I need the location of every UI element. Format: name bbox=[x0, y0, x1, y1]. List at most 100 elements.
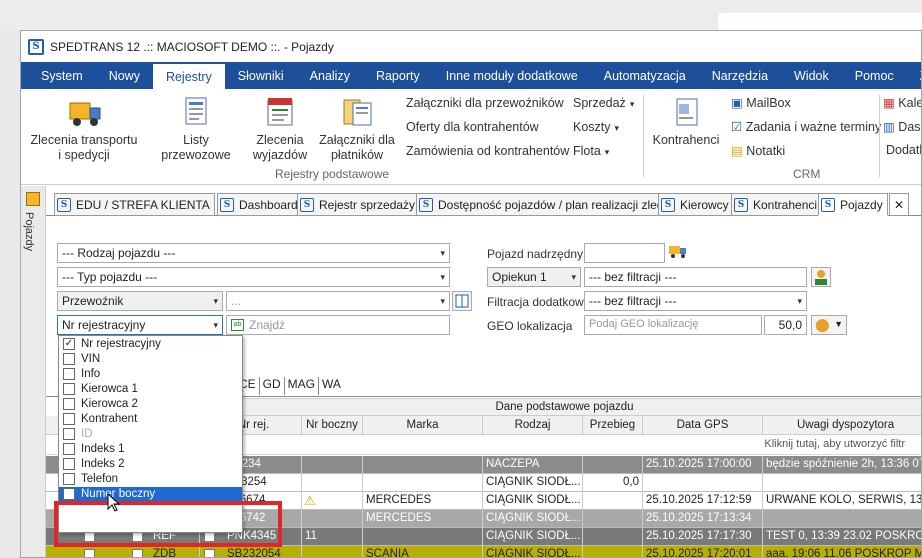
dashboard-item[interactable]: ▥ Das bbox=[883, 119, 921, 134]
dropdown-option[interactable]: Numer boczny bbox=[59, 487, 242, 502]
opiekun-select[interactable]: Opiekun 1 ▾ bbox=[487, 267, 581, 287]
zalaczniki-przewoznikow-item[interactable]: Załączniki dla przewoźników bbox=[406, 96, 564, 110]
col-przebieg[interactable]: Przebieg bbox=[583, 416, 643, 435]
menu-nowy[interactable]: Nowy bbox=[96, 62, 153, 89]
zadania-item[interactable]: ☑ Zadania i ważne terminy bbox=[731, 119, 881, 134]
dropdown-option[interactable]: ID bbox=[59, 427, 242, 442]
truck-icon[interactable] bbox=[668, 243, 688, 263]
flota-dropdown[interactable]: Flota ▾ bbox=[573, 144, 609, 158]
rodzaj-pojazdu-select[interactable]: --- Rodzaj pojazdu --- ▾ bbox=[57, 243, 450, 263]
tab-kontrahenci[interactable]: S Kontrahenci bbox=[731, 193, 823, 216]
address-book-icon bbox=[670, 95, 702, 129]
przewoznik-select[interactable]: Przewoźnik ▾ bbox=[57, 291, 223, 311]
search-input[interactable]: ab Znajdź bbox=[226, 315, 450, 335]
dropdown-option[interactable]: Kierowca 2 bbox=[59, 397, 242, 412]
zalaczniki-platnikow-button[interactable]: Załączniki dla płatników bbox=[317, 95, 397, 163]
menu-pomoc[interactable]: Pomoc bbox=[842, 62, 907, 89]
col-rodzaj[interactable]: Rodzaj bbox=[483, 416, 583, 435]
option-checkbox[interactable] bbox=[63, 398, 75, 410]
menu-rejestry[interactable]: Rejestry bbox=[152, 64, 225, 89]
side-strip-label[interactable]: Pojazdy bbox=[23, 212, 35, 251]
subtab-wa[interactable]: WA bbox=[319, 377, 344, 395]
tab-dashboard[interactable]: S Dashboard bbox=[217, 193, 303, 216]
book-icon[interactable] bbox=[452, 291, 472, 311]
chevron-down-icon: ▾ bbox=[571, 271, 576, 282]
menu-narzedzia[interactable]: Narzędzia bbox=[699, 62, 781, 89]
menu-raporty[interactable]: Raporty bbox=[363, 62, 433, 89]
user-icon[interactable] bbox=[811, 267, 831, 287]
zlec-icon bbox=[264, 95, 296, 129]
option-checkbox[interactable] bbox=[63, 413, 75, 425]
row-checkbox[interactable] bbox=[84, 549, 95, 557]
oferty-kontrahentow-item[interactable]: Oferty dla kontrahentów bbox=[406, 120, 539, 134]
tab-kierowcy[interactable]: S Kierowcy bbox=[658, 193, 734, 216]
kontrahenci-ribbon-button[interactable]: Kontrahenci bbox=[649, 95, 723, 148]
option-checkbox[interactable] bbox=[63, 383, 75, 395]
tab-dostepnosc[interactable]: S Dostępność pojazdów / plan realizacji z… bbox=[416, 193, 682, 216]
subtab-mag[interactable]: MAG bbox=[285, 377, 320, 395]
dropdown-option[interactable]: Telefon bbox=[59, 472, 242, 487]
table-row[interactable]: ZDB SB232054 SCANIA CIĄGNIK SIODŁ... 25.10.2… bbox=[46, 546, 921, 557]
zlecenia-transportu-button[interactable]: Zlecenia transportu i spedycji bbox=[29, 95, 139, 163]
dropdown-option[interactable]: VIN bbox=[59, 352, 242, 367]
cell-typ: ZDB bbox=[150, 546, 200, 557]
close-icon: ✕ bbox=[893, 197, 905, 212]
option-checkbox[interactable] bbox=[63, 428, 75, 440]
dropdown-option[interactable]: Info bbox=[59, 367, 242, 382]
tab-pojazdy[interactable]: S Pojazdy bbox=[818, 193, 888, 216]
col-marka[interactable]: Marka bbox=[363, 416, 483, 435]
dropdown-option[interactable]: Indeks 2 bbox=[59, 457, 242, 472]
menu-analizy[interactable]: Analizy bbox=[297, 62, 363, 89]
option-checkbox[interactable] bbox=[63, 443, 75, 455]
kalendarz-item[interactable]: ▦ Kale bbox=[883, 95, 921, 110]
option-checkbox[interactable] bbox=[63, 458, 75, 470]
koszty-dropdown[interactable]: Koszty ▾ bbox=[573, 120, 619, 134]
cell-marka bbox=[363, 528, 483, 546]
dropdown-option[interactable]: Indeks 1 bbox=[59, 442, 242, 457]
desktop-background bbox=[0, 0, 922, 31]
przewoznik-value-select[interactable]: ... ▾ bbox=[226, 291, 450, 311]
zamowienia-kontrahentow-item[interactable]: Zamówienia od kontrahentów bbox=[406, 144, 569, 158]
menu-slowniki[interactable]: Słowniki bbox=[225, 62, 297, 89]
filtracja-dodatkowa-select[interactable]: --- bez filtracji --- ▾ bbox=[584, 291, 807, 311]
row-checkbox[interactable] bbox=[204, 549, 215, 557]
menu-system[interactable]: System bbox=[21, 62, 96, 89]
listy-przewozowe-button[interactable]: Listy przewozowe bbox=[151, 95, 241, 163]
menu-widok[interactable]: Widok bbox=[781, 62, 842, 89]
option-checkbox[interactable] bbox=[63, 368, 75, 380]
geo-input[interactable]: Podaj GEO lokalizację bbox=[584, 315, 762, 335]
option-checkbox[interactable] bbox=[63, 488, 75, 500]
geo-radius-input[interactable]: 50,0 bbox=[764, 315, 807, 335]
option-checkbox[interactable] bbox=[63, 353, 75, 365]
truck-icon bbox=[26, 192, 40, 206]
dropdown-option[interactable]: Kierowca 1 bbox=[59, 382, 242, 397]
zlecenia-wyjazdow-button[interactable]: Zlecenia wyjazdów bbox=[245, 95, 315, 163]
col-nr-boczny[interactable]: Nr boczny bbox=[302, 416, 363, 435]
option-checkbox[interactable]: ✓ bbox=[63, 338, 75, 350]
tab-rejestr-sprzedazy[interactable]: S Rejestr sprzedaży bbox=[297, 193, 421, 216]
tab-edu[interactable]: S EDU / STREFA KLIENTA bbox=[54, 193, 215, 216]
menu-znajdz[interactable]: Znajdź bbox=[907, 62, 921, 89]
sprzedaz-dropdown[interactable]: Sprzedaż ▾ bbox=[573, 96, 634, 110]
cell-marka: MERCEDES bbox=[363, 492, 483, 510]
nr-rejestracyjny-select[interactable]: Nr rejestracyjny ▾ bbox=[57, 315, 223, 335]
menu-automatyzacja[interactable]: Automatyzacja bbox=[591, 62, 699, 89]
mailbox-item[interactable]: ▣ MailBox bbox=[731, 95, 791, 110]
close-tab-button[interactable]: ✕ bbox=[889, 193, 909, 216]
dropdown-option[interactable]: Kontrahent bbox=[59, 412, 242, 427]
subtab-gd[interactable]: GD bbox=[260, 377, 285, 395]
dropdown-option[interactable]: ✓ Nr rejestracyjny bbox=[59, 337, 242, 352]
notatki-item[interactable]: ▤ Notatki bbox=[731, 143, 785, 158]
row-checkbox[interactable] bbox=[132, 549, 143, 557]
menu-inne-moduly[interactable]: Inne moduły dodatkowe bbox=[433, 62, 591, 89]
col-data-gps[interactable]: Data GPS bbox=[643, 416, 763, 435]
pojazd-nadrzedny-input[interactable] bbox=[584, 243, 665, 263]
geo-pin-button[interactable]: ⬤ ▼ bbox=[811, 315, 847, 335]
cell-gps: 25.10.2025 17:17:30 bbox=[643, 528, 763, 546]
col-uwagi[interactable]: Uwagi dyspozytora bbox=[763, 416, 921, 435]
option-checkbox[interactable] bbox=[63, 473, 75, 485]
dodatki-item[interactable]: Dodatk bbox=[886, 143, 921, 157]
typ-pojazdu-select[interactable]: --- Typ pojazdu --- ▾ bbox=[57, 267, 450, 287]
cell-rodzaj: CIĄGNIK SIODŁ... bbox=[483, 474, 583, 492]
opiekun-value-input[interactable]: --- bez filtracji --- bbox=[584, 267, 807, 287]
